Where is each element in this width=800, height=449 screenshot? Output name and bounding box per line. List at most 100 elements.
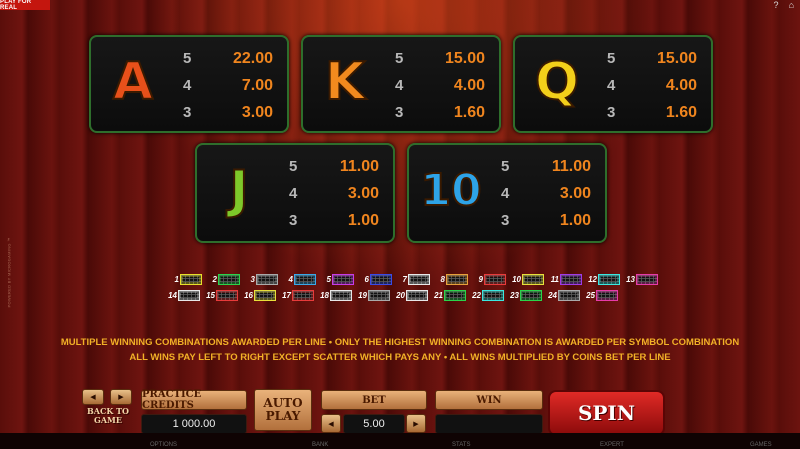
options-tab[interactable]: OPTIONS xyxy=(150,442,177,448)
payline-grid-icon xyxy=(180,274,202,285)
payline-item: 9 xyxy=(472,274,507,285)
payline-grid-icon xyxy=(444,290,466,301)
payline-number: 4 xyxy=(288,275,293,284)
pay-value: 1.60 xyxy=(665,103,697,121)
pay-count: 4 xyxy=(183,77,192,94)
payline-item: 2 xyxy=(206,274,241,285)
prev-page-button[interactable]: ◀ xyxy=(82,389,104,405)
payline-grid-icon xyxy=(406,290,428,301)
pay-count: 3 xyxy=(395,104,404,121)
payline-item: 23 xyxy=(508,290,543,301)
pay-value: 11.00 xyxy=(339,157,379,175)
payline-item: 18 xyxy=(318,290,353,301)
win-value xyxy=(435,414,543,434)
payline-item: 4 xyxy=(282,274,317,285)
payline-number: 23 xyxy=(510,291,519,300)
payline-item: 14 xyxy=(166,290,201,301)
pay-count: 4 xyxy=(607,77,616,94)
pay-value: 22.00 xyxy=(232,49,273,67)
payline-number: 10 xyxy=(512,275,521,284)
payline-grid-icon xyxy=(520,290,542,301)
payline-number: 14 xyxy=(168,291,177,300)
payline-item: 21 xyxy=(432,290,467,301)
pay-value: 3.00 xyxy=(559,184,591,202)
pay-value: 11.00 xyxy=(551,157,591,175)
bank-tab[interactable]: BANK xyxy=(312,442,328,448)
home-icon[interactable]: ⌂ xyxy=(789,0,794,10)
practice-credits-label: PRACTICE CREDITS xyxy=(141,389,247,411)
payline-grid-icon xyxy=(368,290,390,301)
payline-number: 12 xyxy=(588,275,597,284)
symbol-k: K xyxy=(324,51,366,113)
play-for-real-button[interactable]: PLAY FOR REAL xyxy=(0,0,50,11)
pay-count: 4 xyxy=(501,185,510,202)
payline-number: 24 xyxy=(548,291,557,300)
payline-number: 16 xyxy=(244,291,253,300)
payline-item: 13 xyxy=(624,274,659,285)
paytable-card-j: J 5 11.00 4 3.00 3 1.00 xyxy=(195,143,395,243)
pay-count: 3 xyxy=(607,104,616,121)
payline-number: 13 xyxy=(626,275,635,284)
payline-item: 6 xyxy=(358,274,393,285)
payline-number: 17 xyxy=(282,291,291,300)
back-to-game-button[interactable]: BACK TO GAME xyxy=(82,407,134,425)
symbol-q: Q xyxy=(534,51,580,113)
payline-number: 2 xyxy=(212,275,217,284)
payline-grid-icon xyxy=(294,274,316,285)
payline-item: 11 xyxy=(548,274,583,285)
payline-grid-icon xyxy=(178,290,200,301)
paytable-card-k: K 5 15.00 4 4.00 3 1.60 xyxy=(301,35,501,133)
payline-grid-icon xyxy=(218,274,240,285)
question-icon[interactable]: ? xyxy=(774,0,779,10)
payline-item: 20 xyxy=(394,290,429,301)
pay-value: 1.00 xyxy=(347,211,379,229)
pay-count: 5 xyxy=(501,158,510,175)
payline-item: 8 xyxy=(434,274,469,285)
pay-value: 4.00 xyxy=(665,76,697,94)
payline-number: 11 xyxy=(550,275,559,284)
pay-count: 4 xyxy=(289,185,298,202)
next-page-button[interactable]: ▶ xyxy=(110,389,132,405)
pay-value: 15.00 xyxy=(656,49,697,67)
pay-value: 3.00 xyxy=(241,103,273,121)
bet-decrease-button[interactable]: ◀ xyxy=(321,414,341,433)
payline-grid-icon xyxy=(522,274,544,285)
payline-item: 5 xyxy=(320,274,355,285)
practice-credits-value: 1 000.00 xyxy=(141,414,247,434)
pay-value: 7.00 xyxy=(241,76,273,94)
pay-count: 5 xyxy=(395,50,404,67)
payline-number: 7 xyxy=(402,275,407,284)
pay-value: 15.00 xyxy=(444,49,485,67)
payline-item: 10 xyxy=(510,274,545,285)
payline-item: 17 xyxy=(280,290,315,301)
payline-grid-icon xyxy=(484,274,506,285)
pay-value: 4.00 xyxy=(453,76,485,94)
bottom-bar: OPTIONS BANK STATS EXPERT GAMES xyxy=(0,433,800,449)
payline-number: 19 xyxy=(358,291,367,300)
spin-button[interactable]: SPIN xyxy=(548,390,665,436)
payline-grid-icon xyxy=(598,274,620,285)
auto-play-button[interactable]: AUTO PLAY xyxy=(254,389,312,431)
paytable-card-a: A 5 22.00 4 7.00 3 3.00 xyxy=(89,35,289,133)
payline-grid-icon xyxy=(446,274,468,285)
payline-grid-icon xyxy=(408,274,430,285)
payline-item: 22 xyxy=(470,290,505,301)
paytable-card-10: 10 5 11.00 4 3.00 3 1.00 xyxy=(407,143,607,243)
symbol-10: 10 xyxy=(419,164,482,217)
payline-grid-icon xyxy=(596,290,618,301)
games-tab[interactable]: GAMES xyxy=(750,442,772,448)
pay-value: 1.00 xyxy=(559,211,591,229)
payline-number: 5 xyxy=(326,275,331,284)
paylines-row: 14 15 16 17 18 19 20 21 22 23 24 25 xyxy=(166,290,659,301)
pay-count: 5 xyxy=(289,158,298,175)
pay-count: 5 xyxy=(607,50,616,67)
bet-increase-button[interactable]: ▶ xyxy=(406,414,426,433)
payline-item: 1 xyxy=(168,274,203,285)
bet-value: 5.00 xyxy=(343,414,405,434)
payline-grid-icon xyxy=(558,290,580,301)
payline-grid-icon xyxy=(256,274,278,285)
top-icons: ? ⌂ xyxy=(774,0,794,10)
expert-tab[interactable]: EXPERT xyxy=(600,442,624,448)
stats-tab[interactable]: STATS xyxy=(452,442,470,448)
payline-number: 25 xyxy=(586,291,595,300)
